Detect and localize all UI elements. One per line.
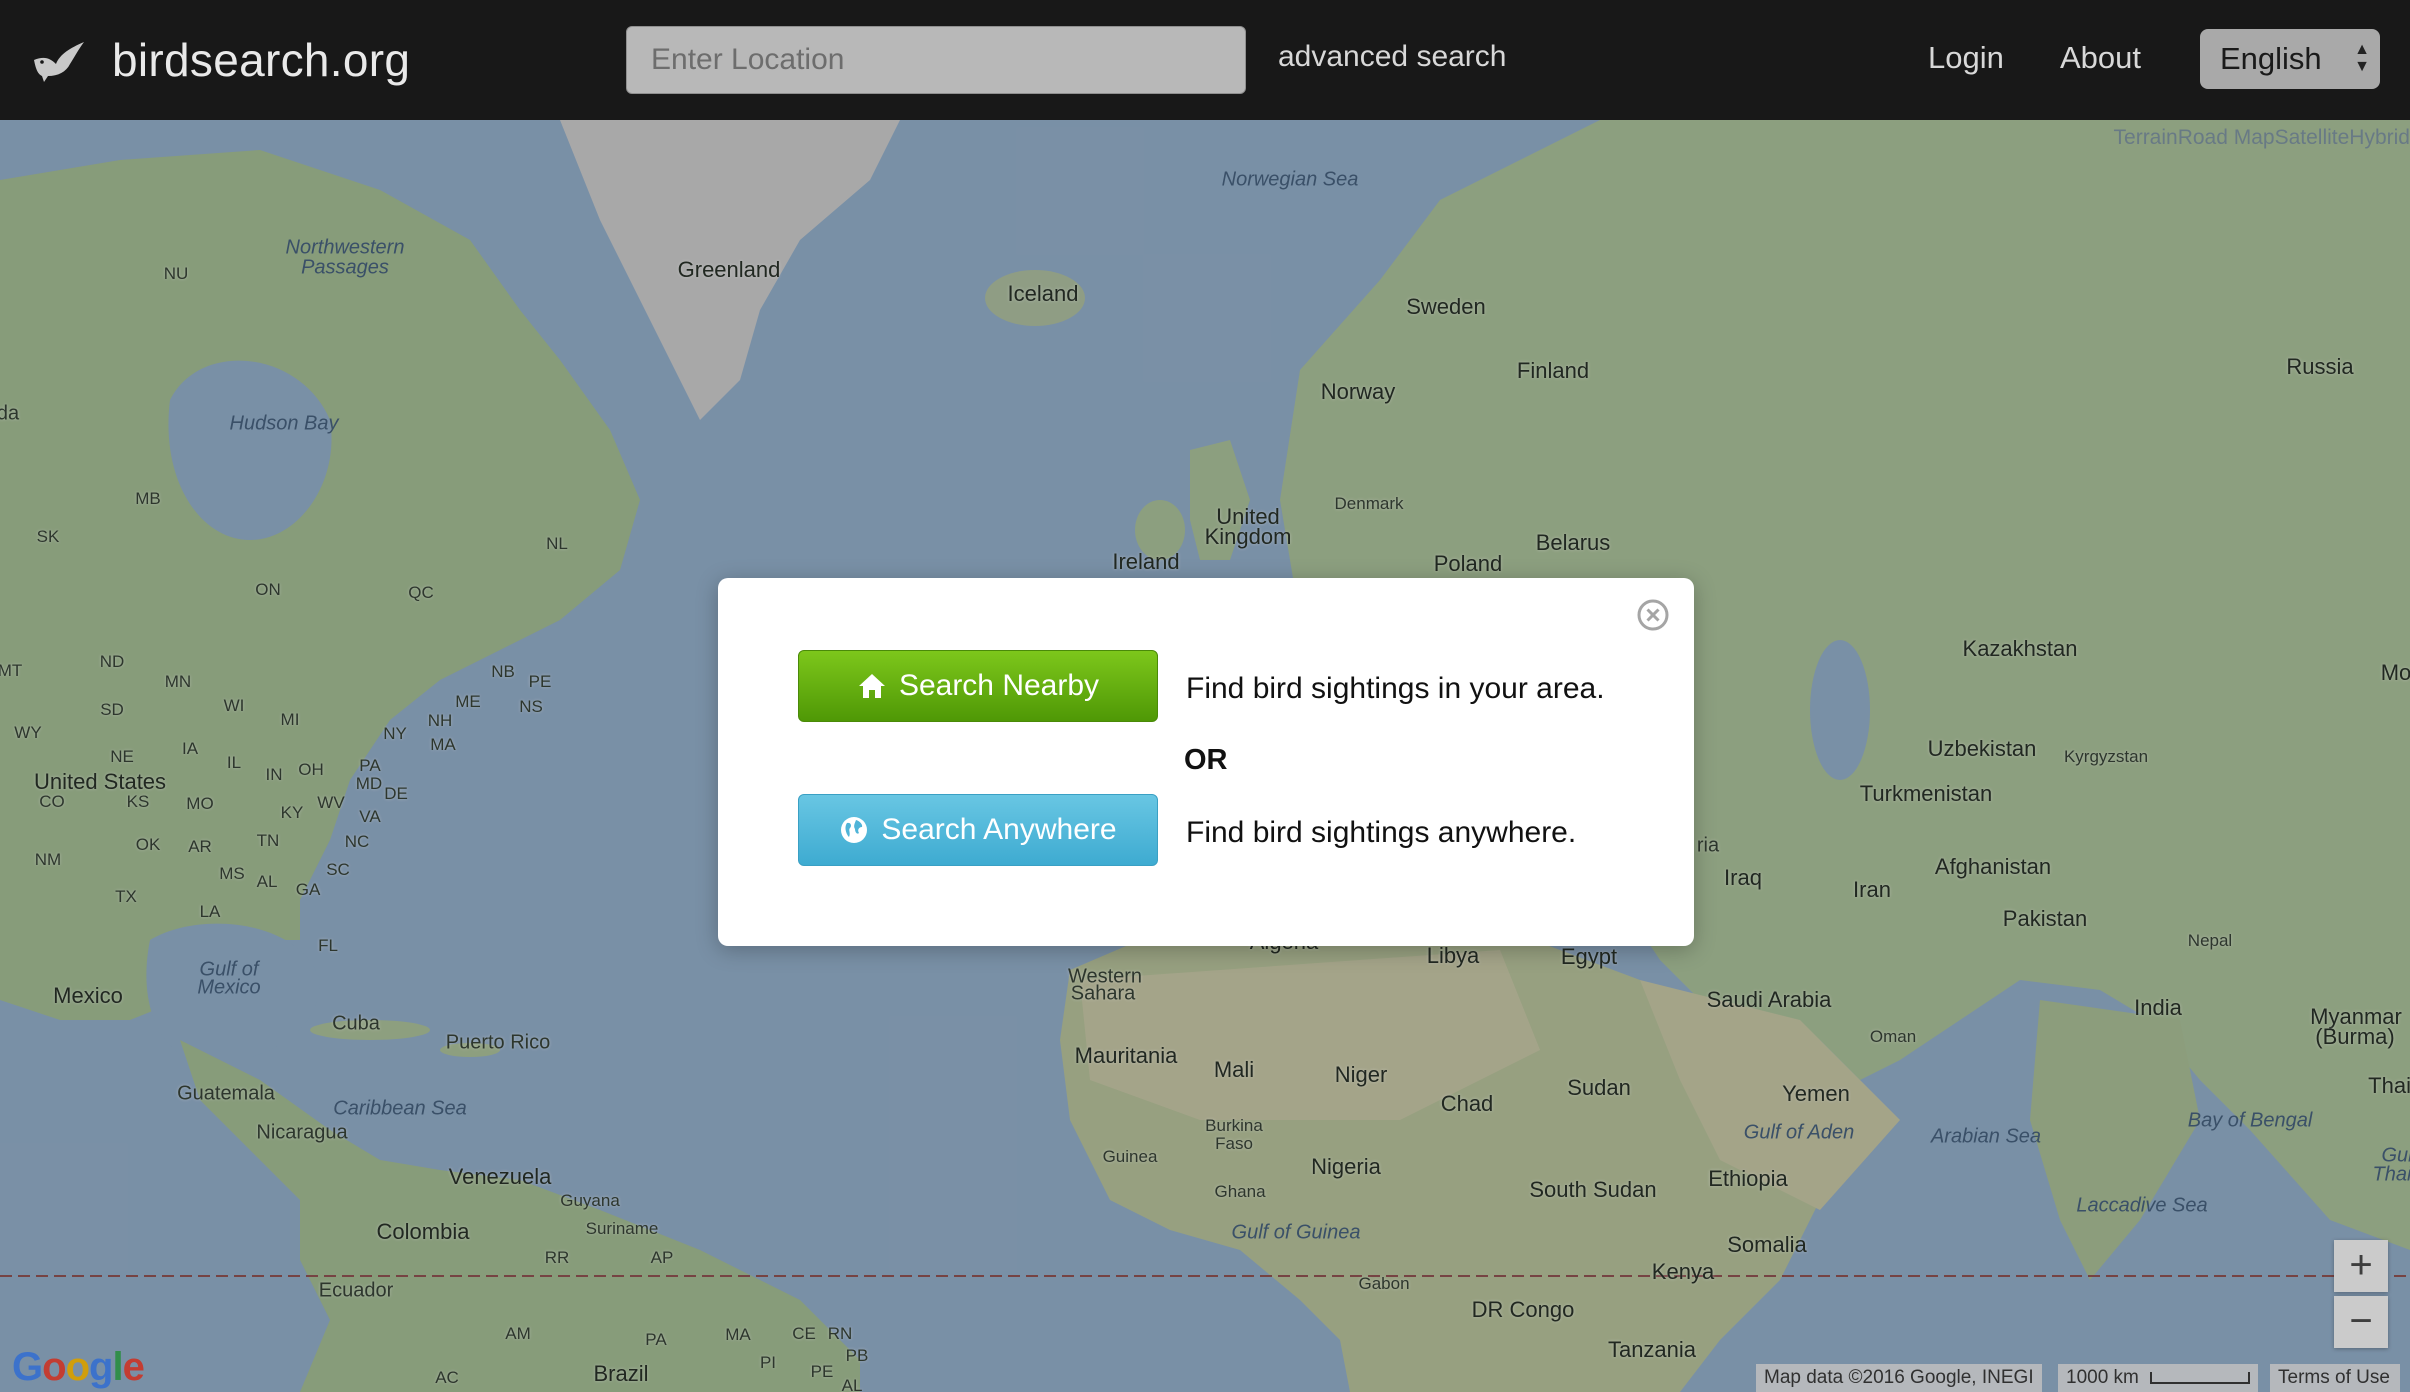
top-navbar: birdsearch.org advanced search Login Abo… [0,0,2410,120]
search-nearby-description: Find bird sightings in your area. [1186,672,1605,705]
home-icon [858,674,885,698]
brand-name: birdsearch.org [112,34,411,86]
language-select[interactable]: English ▲ ▼ [2200,29,2380,89]
bird-logo-icon [34,42,84,82]
language-selected-value: English [2220,41,2322,76]
close-icon[interactable] [1636,598,1670,632]
brand-link[interactable]: birdsearch.org [30,20,410,100]
advanced-search-link[interactable]: advanced search [1278,40,1507,74]
login-link[interactable]: Login [1928,40,2004,76]
select-arrows-icon: ▲ ▼ [2354,41,2370,75]
location-search-input[interactable] [626,26,1246,94]
globe-icon [841,817,868,843]
search-anywhere-button[interactable]: Search Anywhere [798,794,1158,866]
search-anywhere-description: Find bird sightings anywhere. [1186,816,1577,849]
about-link[interactable]: About [2060,40,2141,76]
search-mode-dialog: Search Nearby Find bird sightings in you… [718,578,1694,946]
search-nearby-button[interactable]: Search Nearby [798,650,1158,722]
search-nearby-label: Search Nearby [898,669,1100,702]
or-separator: OR [1184,744,1228,776]
search-anywhere-label: Search Anywhere [881,813,1117,846]
